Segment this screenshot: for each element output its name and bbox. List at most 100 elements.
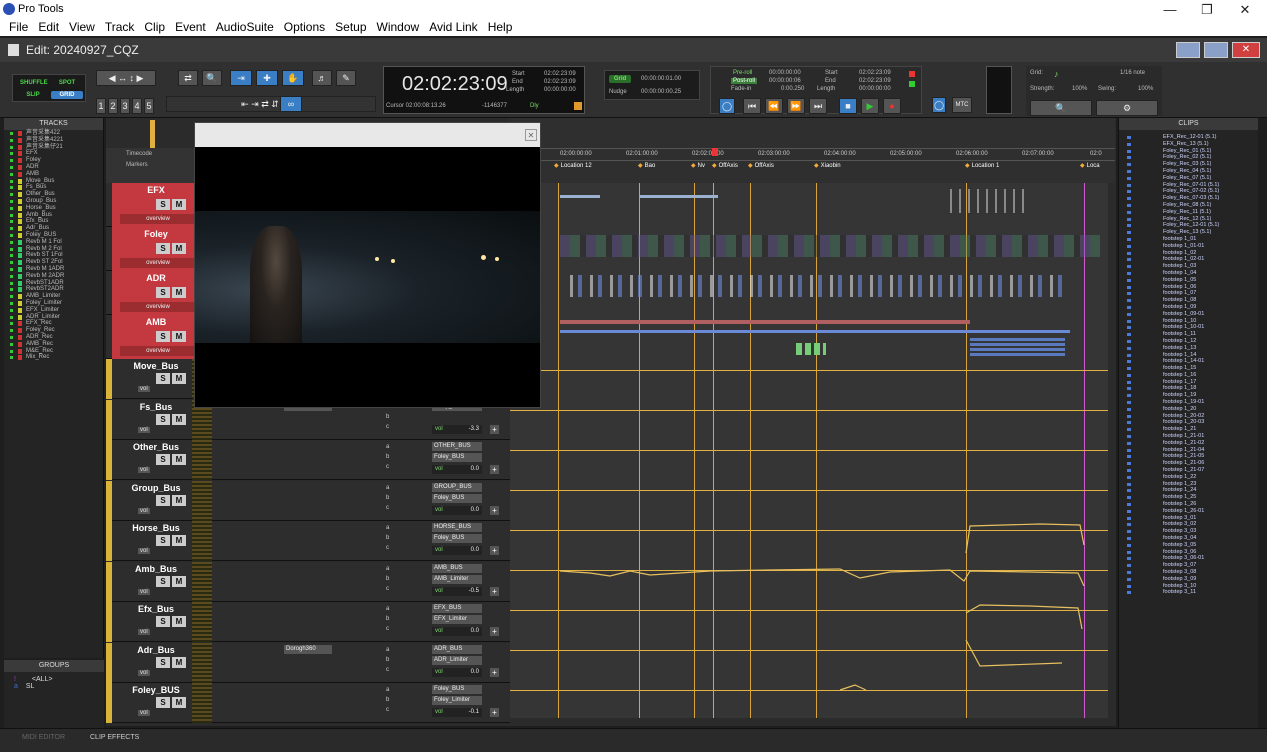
track-list-item[interactable]: M&E_Rec xyxy=(4,348,103,355)
clip-list-item[interactable]: footstep 1_12 xyxy=(1119,338,1258,345)
clip-list-item[interactable]: footstep 1_25 xyxy=(1119,494,1258,501)
track-name[interactable]: AMB xyxy=(116,317,196,327)
spot-mode-button[interactable]: SPOT xyxy=(51,79,83,87)
send-slot[interactable]: c xyxy=(386,586,389,592)
zoomer-tool-icon[interactable]: ⇄ xyxy=(178,70,198,86)
mute-button[interactable]: M xyxy=(172,656,186,668)
track-list-item[interactable]: EFX_Limiter xyxy=(4,307,103,314)
solo-button[interactable]: S xyxy=(156,494,170,506)
io-output-2[interactable]: ADR_Limiter xyxy=(432,655,482,665)
track-list-item[interactable]: 声音采集仔21 xyxy=(4,144,103,151)
send-slot[interactable]: b xyxy=(386,616,389,622)
clip-list-item[interactable]: Foley_Rec_07-02 (5.1) xyxy=(1119,188,1258,195)
track-name[interactable]: Fs_Bus xyxy=(116,402,196,412)
solo-button[interactable]: S xyxy=(156,697,170,708)
clip-list-item[interactable]: footstep 1_03 xyxy=(1119,263,1258,270)
clip-list-item[interactable]: Foley_Rec_13 (5.1) xyxy=(1119,229,1258,236)
volume-readout[interactable]: vol -3.3 xyxy=(432,424,482,434)
track-view-selector[interactable]: vol xyxy=(138,507,150,514)
clip-list-item[interactable]: footstep 1_24 xyxy=(1119,487,1258,494)
grid-label[interactable]: Grid xyxy=(609,75,631,83)
clip-list-item[interactable]: footstep 1_21-01 xyxy=(1119,433,1258,440)
clip-list-item[interactable]: footstep 1_21-04 xyxy=(1119,447,1258,454)
track-list-item[interactable]: RevbST2ADR xyxy=(4,286,103,293)
trim-tool-icon[interactable]: ⇥ xyxy=(230,70,252,86)
trans-length-value[interactable]: 00:00:00:00 xyxy=(859,86,891,92)
zoom-preset-3[interactable]: 3 xyxy=(120,98,130,114)
io-output[interactable]: OTHER_BUS xyxy=(432,442,482,451)
clip-list-item[interactable]: footstep 1_20 xyxy=(1119,406,1258,413)
track-name[interactable]: Efx_Bus xyxy=(116,604,196,614)
clip-list-item[interactable]: footstep 1_26 xyxy=(1119,501,1258,508)
add-plus-icon[interactable]: + xyxy=(490,424,499,434)
solo-button[interactable]: S xyxy=(156,616,170,627)
send-slot[interactable]: c xyxy=(386,626,389,632)
track-list-item[interactable]: ADR_Rec xyxy=(4,334,103,341)
mute-button[interactable]: M xyxy=(172,243,186,254)
track-list-item[interactable]: Amb_Bus xyxy=(4,212,103,219)
clip-list-item[interactable]: Foley_Rec_11 (5.1) xyxy=(1119,209,1258,216)
solo-button[interactable]: S xyxy=(156,413,170,425)
add-plus-icon[interactable]: + xyxy=(490,627,499,636)
sync-icon[interactable]: ◯ xyxy=(932,97,946,113)
volume-readout[interactable]: vol -0.5 xyxy=(432,586,482,596)
track-view-selector[interactable]: vol xyxy=(138,467,150,473)
solo-button[interactable]: S xyxy=(156,656,170,668)
nudge-value[interactable]: 00:00:00:00.25 xyxy=(641,89,681,95)
clip-list-item[interactable]: footstep 1_02 xyxy=(1119,250,1258,257)
online-icon[interactable]: ◯ xyxy=(719,98,735,114)
record-icon[interactable]: ● xyxy=(883,98,901,114)
io-output-2[interactable]: Foley_BUS xyxy=(432,493,482,503)
fast-forward-icon[interactable]: ⏩ xyxy=(787,98,805,114)
clip-list-item[interactable]: footstep 1_21-06 xyxy=(1119,460,1258,467)
send-slot[interactable]: c xyxy=(386,707,389,713)
volume-readout[interactable]: vol 0.0 xyxy=(432,505,482,515)
close-icon[interactable]: ✕ xyxy=(1230,2,1260,18)
grabber-tool-icon[interactable]: ✋ xyxy=(282,70,304,86)
menu-window[interactable]: Window xyxy=(372,18,425,36)
clip-list-item[interactable]: footstep 1_01 xyxy=(1119,236,1258,243)
clip-list-item[interactable]: footstep 1_21-02 xyxy=(1119,440,1258,447)
play-icon[interactable]: ▶ xyxy=(861,98,879,114)
track-list-item[interactable]: Revb ST 1Fol xyxy=(4,252,103,259)
clip-list-item[interactable]: footstep 1_17 xyxy=(1119,379,1258,386)
clip-list-item[interactable]: footstep 1_19 xyxy=(1119,392,1258,399)
clip-list-item[interactable]: Foley_Rec_08 (5.1) xyxy=(1119,202,1258,209)
io-output-2[interactable]: Foley_BUS xyxy=(432,534,482,543)
marker[interactable]: Xiaobin xyxy=(814,162,841,169)
video-window[interactable]: ✕ xyxy=(194,122,541,408)
clip-list-item[interactable]: footstep 3_07 xyxy=(1119,562,1258,569)
volume-readout[interactable]: vol 0.0 xyxy=(432,465,482,474)
io-output[interactable]: GROUP_BUS xyxy=(432,482,482,492)
clip-list-item[interactable]: footstep 3_09 xyxy=(1119,576,1258,583)
clip-list-item[interactable]: footstep 3_02 xyxy=(1119,521,1258,528)
clip-list-item[interactable]: footstep 1_10-01 xyxy=(1119,324,1258,331)
track-list-item[interactable]: Revb M 2 Fol xyxy=(4,246,103,253)
send-slot[interactable]: a xyxy=(386,444,389,450)
mute-button[interactable]: M xyxy=(172,535,186,546)
send-slot[interactable]: a xyxy=(386,647,389,653)
send-slot[interactable]: b xyxy=(386,697,389,703)
io-output[interactable]: HORSE_BUS xyxy=(432,523,482,532)
clip-list-item[interactable]: Foley_Rec_12-01 (5.1) xyxy=(1119,222,1258,229)
solo-button[interactable]: S xyxy=(156,199,170,210)
grid2-value[interactable]: 1/16 note xyxy=(1120,70,1145,76)
track-list-item[interactable]: AMB_Limiter xyxy=(4,293,103,300)
aux-track[interactable]: Amb_Bus S Mvol a b c AMB_BUS AMB_Limiter vol -0.5… xyxy=(106,561,510,602)
aux-track[interactable]: Other_Bus S Mvol a b c OTHER_BUS Foley_BUS vol 0.… xyxy=(106,440,510,480)
mute-button[interactable]: M xyxy=(172,494,186,506)
io-output-2[interactable]: Foley_BUS xyxy=(432,453,482,462)
quantize-search-icon[interactable]: 🔍 xyxy=(1030,100,1092,116)
clip-list-item[interactable]: footstep 1_21 xyxy=(1119,426,1258,433)
clip-list-item[interactable]: footstep 1_05 xyxy=(1119,277,1258,284)
zoom-preset-2[interactable]: 2 xyxy=(108,98,118,114)
go-to-end-icon[interactable]: ⏭ xyxy=(809,98,827,114)
playhead-marker[interactable] xyxy=(150,120,155,148)
playhead-icon[interactable] xyxy=(712,148,718,156)
edit-restore-icon[interactable] xyxy=(1204,42,1228,58)
postroll-value[interactable]: 00:00:00:06 xyxy=(769,78,801,84)
volume-readout[interactable]: vol 0.0 xyxy=(432,546,482,555)
clip-list-item[interactable]: Foley_Rec_03 (5.1) xyxy=(1119,161,1258,168)
overview-selector[interactable]: overview xyxy=(120,258,196,268)
edit-tool-row-2[interactable]: ⇤ ⇥ ⇄ ⇵ ↔ ☐ xyxy=(166,96,376,112)
